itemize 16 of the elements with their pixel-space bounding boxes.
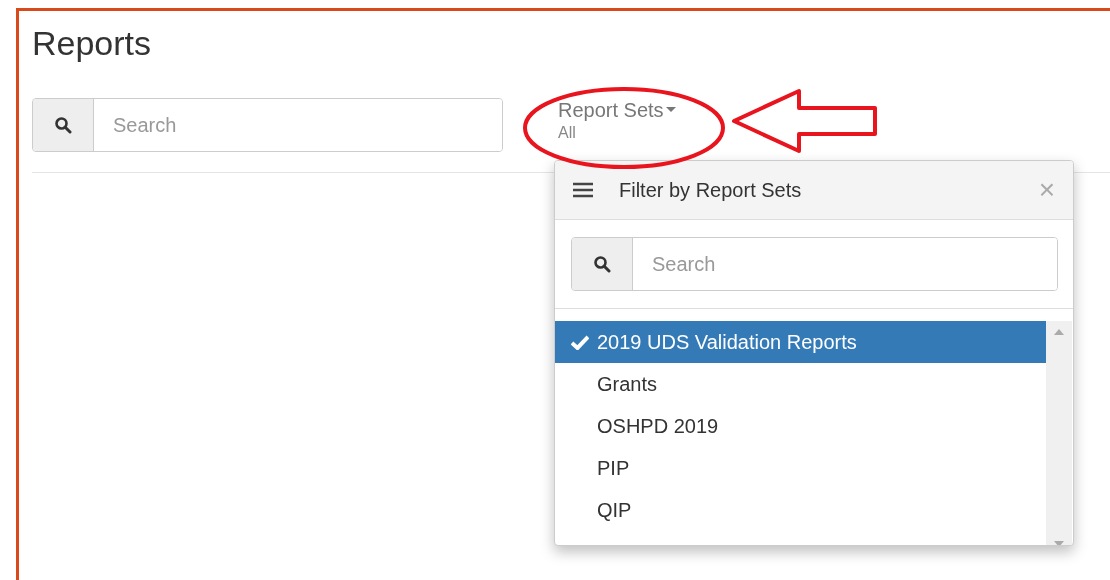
- report-set-option[interactable]: QIP: [555, 489, 1046, 531]
- page-title: Reports: [32, 23, 153, 63]
- panel-search-field[interactable]: Search: [571, 237, 1058, 291]
- search-icon: [54, 116, 72, 134]
- search-field[interactable]: Search: [32, 98, 503, 152]
- report-set-option[interactable]: 2019 UDS Validation Reports: [555, 321, 1046, 363]
- check-icon: [571, 334, 589, 350]
- report-set-option[interactable]: PIP: [555, 447, 1046, 489]
- scroll-up-icon[interactable]: [1054, 329, 1064, 335]
- scrollbar[interactable]: [1046, 321, 1072, 545]
- report-set-option[interactable]: Grants: [555, 363, 1046, 405]
- search-icon: [593, 255, 611, 273]
- menu-icon[interactable]: [573, 182, 593, 198]
- report-set-option[interactable]: OSHPD 2019: [555, 405, 1046, 447]
- caret-icon: [665, 107, 676, 113]
- panel-title: Filter by Report Sets: [619, 178, 803, 202]
